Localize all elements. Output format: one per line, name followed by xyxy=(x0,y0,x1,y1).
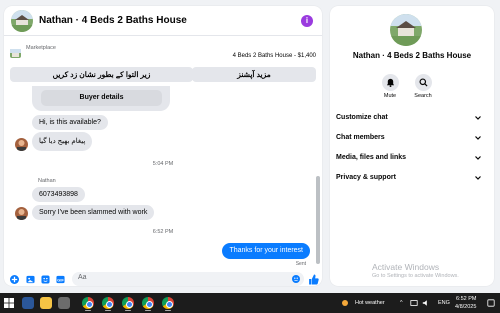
message-placeholder: Aa xyxy=(78,274,87,281)
message-bubble: Hi, is this available? xyxy=(32,115,108,130)
chevron-down-icon xyxy=(475,176,481,180)
chrome-icon[interactable] xyxy=(142,297,154,309)
message-bubble: پیغام بھیج دیا گیا xyxy=(32,132,93,151)
listing-thumbnail xyxy=(10,47,21,58)
message-bubble: Sorry I've been slammed with work xyxy=(32,205,155,220)
network-icon[interactable] xyxy=(410,299,418,307)
search-icon xyxy=(418,78,428,87)
listing-title[interactable]: 4 Beds 2 Baths House - $1,400 xyxy=(233,53,316,59)
mute-label: Mute xyxy=(383,93,397,99)
chrome-icon[interactable] xyxy=(122,297,134,309)
message-bubble: 6073493898 xyxy=(32,187,85,202)
timestamp: 6:52 PM xyxy=(152,229,174,235)
media-files-links-row[interactable]: Media, files and links xyxy=(336,151,482,165)
scrollbar[interactable] xyxy=(316,176,320,264)
thumbs-up-icon[interactable] xyxy=(308,274,319,285)
buyer-card: Buyer details xyxy=(32,86,170,111)
active-indicator xyxy=(105,310,111,311)
chat-title[interactable]: Nathan · 4 Beds 2 Baths House xyxy=(39,15,187,26)
timestamp: 5:04 PM xyxy=(152,161,174,167)
plus-icon[interactable] xyxy=(10,275,19,284)
search-button[interactable] xyxy=(414,74,432,91)
chrome-icon[interactable] xyxy=(162,297,174,309)
active-indicator xyxy=(125,310,131,311)
active-indicator xyxy=(85,310,91,311)
chevron-down-icon xyxy=(475,116,481,120)
info-pane: Nathan · 4 Beds 2 Baths House Mute Searc… xyxy=(330,6,494,286)
sender-name: Nathan xyxy=(38,178,56,184)
file-explorer-icon[interactable] xyxy=(40,297,52,309)
chat-header: Nathan · 4 Beds 2 Baths House i xyxy=(4,6,322,36)
svg-text:GIF: GIF xyxy=(57,277,64,282)
clock-time[interactable]: 6:52 PM xyxy=(456,296,476,302)
gif-icon[interactable]: GIF xyxy=(56,275,65,284)
language-indicator[interactable]: ENG xyxy=(438,300,450,306)
activate-windows-title: Activate Windows xyxy=(372,262,440,272)
taskbar-app-icon[interactable] xyxy=(58,297,70,309)
weather-text[interactable]: Hot weather xyxy=(355,300,385,306)
taskbar: Hot weather ^ ENG 6:52 PM 4/8/2025 xyxy=(0,293,500,313)
weather-icon[interactable] xyxy=(340,298,350,308)
info-title: Nathan · 4 Beds 2 Baths House xyxy=(352,51,472,60)
bell-icon xyxy=(386,78,394,87)
house-thumbnail-icon xyxy=(390,14,422,46)
marketplace-label: Marketplace xyxy=(26,45,56,51)
image-icon[interactable] xyxy=(26,275,35,284)
message-list: Buyer details Hi, is this available? پیغ… xyxy=(4,86,322,272)
listing-avatar-large[interactable] xyxy=(390,14,422,46)
chevron-down-icon xyxy=(475,136,481,140)
info-icon[interactable]: i xyxy=(301,15,313,27)
chrome-icon[interactable] xyxy=(102,297,114,309)
active-indicator xyxy=(165,310,171,311)
start-icon[interactable] xyxy=(4,298,14,308)
buyer-details-button[interactable]: Buyer details xyxy=(41,90,162,106)
activate-windows-subtitle: Go to Settings to activate Windows. xyxy=(372,273,459,279)
privacy-support-row[interactable]: Privacy & support xyxy=(336,171,482,185)
sticker-icon[interactable] xyxy=(41,275,50,284)
marketplace-bar: Marketplace 4 Beds 2 Baths House - $1,40… xyxy=(4,38,322,86)
listing-avatar[interactable] xyxy=(11,9,33,32)
composer: GIF Aa xyxy=(4,272,322,286)
volume-icon[interactable] xyxy=(422,299,430,307)
active-indicator xyxy=(145,310,151,311)
row-label: Media, files and links xyxy=(336,154,407,161)
mute-action[interactable]: Mute xyxy=(373,74,407,99)
search-action[interactable]: Search xyxy=(406,74,440,99)
emoji-icon[interactable] xyxy=(292,275,300,283)
sent-status: Sent xyxy=(295,261,306,267)
outgoing-message-bubble: Thanks for your interest xyxy=(222,243,310,259)
message-input[interactable]: Aa xyxy=(72,272,304,286)
house-thumbnail-icon xyxy=(11,9,33,32)
more-options-button[interactable]: مزید آپشنز xyxy=(192,67,316,82)
mute-button[interactable] xyxy=(381,74,399,91)
mark-pending-button[interactable]: زیر التوا کے بطور نشان زد کریں xyxy=(10,67,193,82)
row-label: Customize chat xyxy=(336,114,388,121)
chevron-up-icon[interactable]: ^ xyxy=(400,300,403,306)
row-label: Privacy & support xyxy=(336,174,396,181)
taskbar-app-icon[interactable] xyxy=(22,297,34,309)
search-label: Search xyxy=(414,93,432,99)
chrome-icon[interactable] xyxy=(82,297,94,309)
row-label: Chat members xyxy=(336,134,385,141)
avatar[interactable] xyxy=(15,138,28,151)
avatar[interactable] xyxy=(15,207,28,220)
chevron-down-icon xyxy=(475,156,481,160)
clock-date[interactable]: 4/8/2025 xyxy=(455,304,476,310)
chat-members-row[interactable]: Chat members xyxy=(336,131,482,145)
customize-chat-row[interactable]: Customize chat xyxy=(336,111,482,125)
chat-pane: Nathan · 4 Beds 2 Baths House i Marketpl… xyxy=(4,6,322,286)
notification-icon[interactable] xyxy=(487,299,495,307)
